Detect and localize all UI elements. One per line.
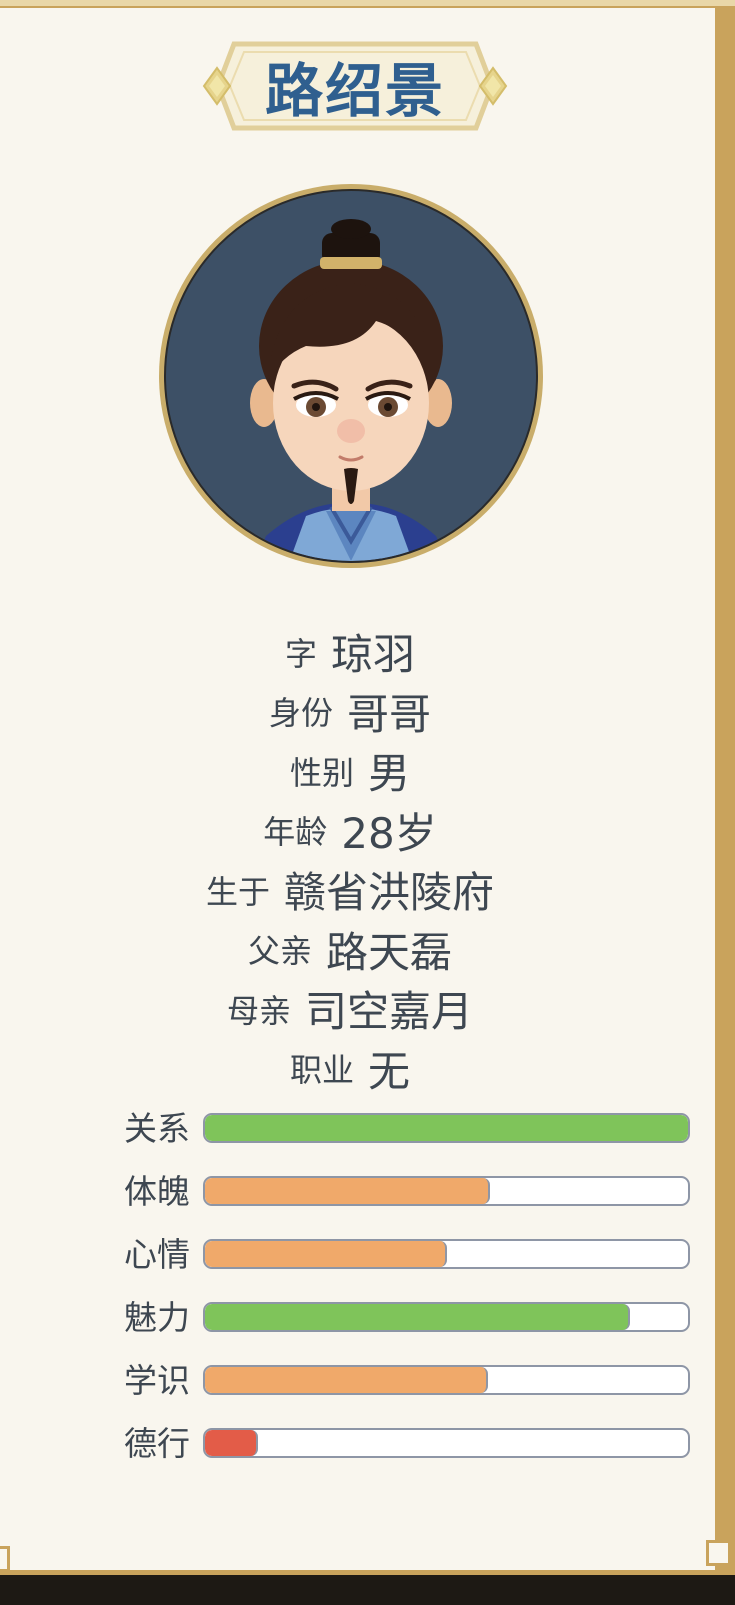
character-name: 路绍景	[264, 57, 445, 125]
info-label: 生于	[205, 872, 270, 911]
stat-row-mood: 心情	[120, 1235, 700, 1298]
stat-bar-fill	[205, 1430, 259, 1456]
stat-bar-track	[203, 1365, 690, 1395]
stat-bar-fill	[205, 1115, 688, 1141]
stat-bar-track	[203, 1113, 690, 1143]
info-label: 父亲	[247, 932, 312, 971]
info-value: 男	[368, 749, 411, 799]
info-label: 性别	[289, 753, 354, 792]
info-row-birthplace: 生于 赣省洪陵府	[0, 860, 700, 920]
frame-corner-bottom-right	[706, 1540, 728, 1566]
info-label: 身份	[268, 694, 333, 733]
character-portrait-icon[interactable]	[156, 181, 546, 571]
info-value: 琼羽	[331, 630, 416, 680]
info-row-occupation: 职业 无	[0, 1039, 700, 1099]
stats-list: 关系 体魄 心情 魅力 学识 德行	[120, 1109, 700, 1487]
stat-row-relationship: 关系	[120, 1109, 700, 1172]
bottom-bar	[0, 1575, 735, 1605]
stat-label: 心情	[124, 1235, 190, 1274]
frame-top-strip	[0, 0, 735, 8]
info-value: 司空嘉月	[305, 987, 474, 1037]
stat-bar-fill	[205, 1178, 490, 1204]
info-row-mother: 母亲 司空嘉月	[0, 979, 700, 1039]
stat-row-virtue: 德行	[120, 1424, 700, 1487]
info-row-father: 父亲 路天磊	[0, 920, 700, 980]
info-label: 职业	[289, 1051, 354, 1090]
info-row-age: 年龄 28岁	[0, 801, 700, 861]
name-plate: 路绍景	[202, 40, 508, 132]
stat-bar-track	[203, 1428, 690, 1458]
info-label: 母亲	[226, 991, 291, 1030]
stat-bar-track	[203, 1176, 690, 1206]
stat-bar-fill	[205, 1241, 447, 1267]
stat-bar-track	[203, 1239, 690, 1269]
stat-label: 魅力	[124, 1298, 190, 1337]
info-label: 年龄	[263, 813, 328, 852]
stat-label: 学识	[124, 1361, 190, 1400]
stat-label: 关系	[124, 1109, 190, 1148]
stat-row-knowledge: 学识	[120, 1361, 700, 1424]
info-value: 哥哥	[347, 689, 432, 739]
stat-bar-fill	[205, 1367, 488, 1393]
info-value: 赣省洪陵府	[284, 868, 495, 918]
info-value: 28岁	[341, 808, 437, 858]
stat-row-charm: 魅力	[120, 1298, 700, 1361]
stat-label: 德行	[124, 1424, 190, 1463]
character-info: 字 琼羽 身份 哥哥 性别 男 年龄 28岁 生于 赣省洪陵府 父亲 路天磊 母…	[0, 622, 700, 1098]
info-row-courtesy-name: 字 琼羽	[0, 622, 700, 682]
stat-bar-fill	[205, 1304, 631, 1330]
stat-label: 体魄	[124, 1172, 190, 1211]
stat-row-physique: 体魄	[120, 1172, 700, 1235]
info-row-gender: 性别 男	[0, 741, 700, 801]
stat-bar-track	[203, 1302, 690, 1332]
frame-corner-bottom-left	[0, 1546, 10, 1572]
info-value: 路天磊	[326, 927, 453, 977]
info-row-identity: 身份 哥哥	[0, 682, 700, 742]
info-label: 字	[284, 634, 317, 673]
info-value: 无	[368, 1046, 411, 1096]
